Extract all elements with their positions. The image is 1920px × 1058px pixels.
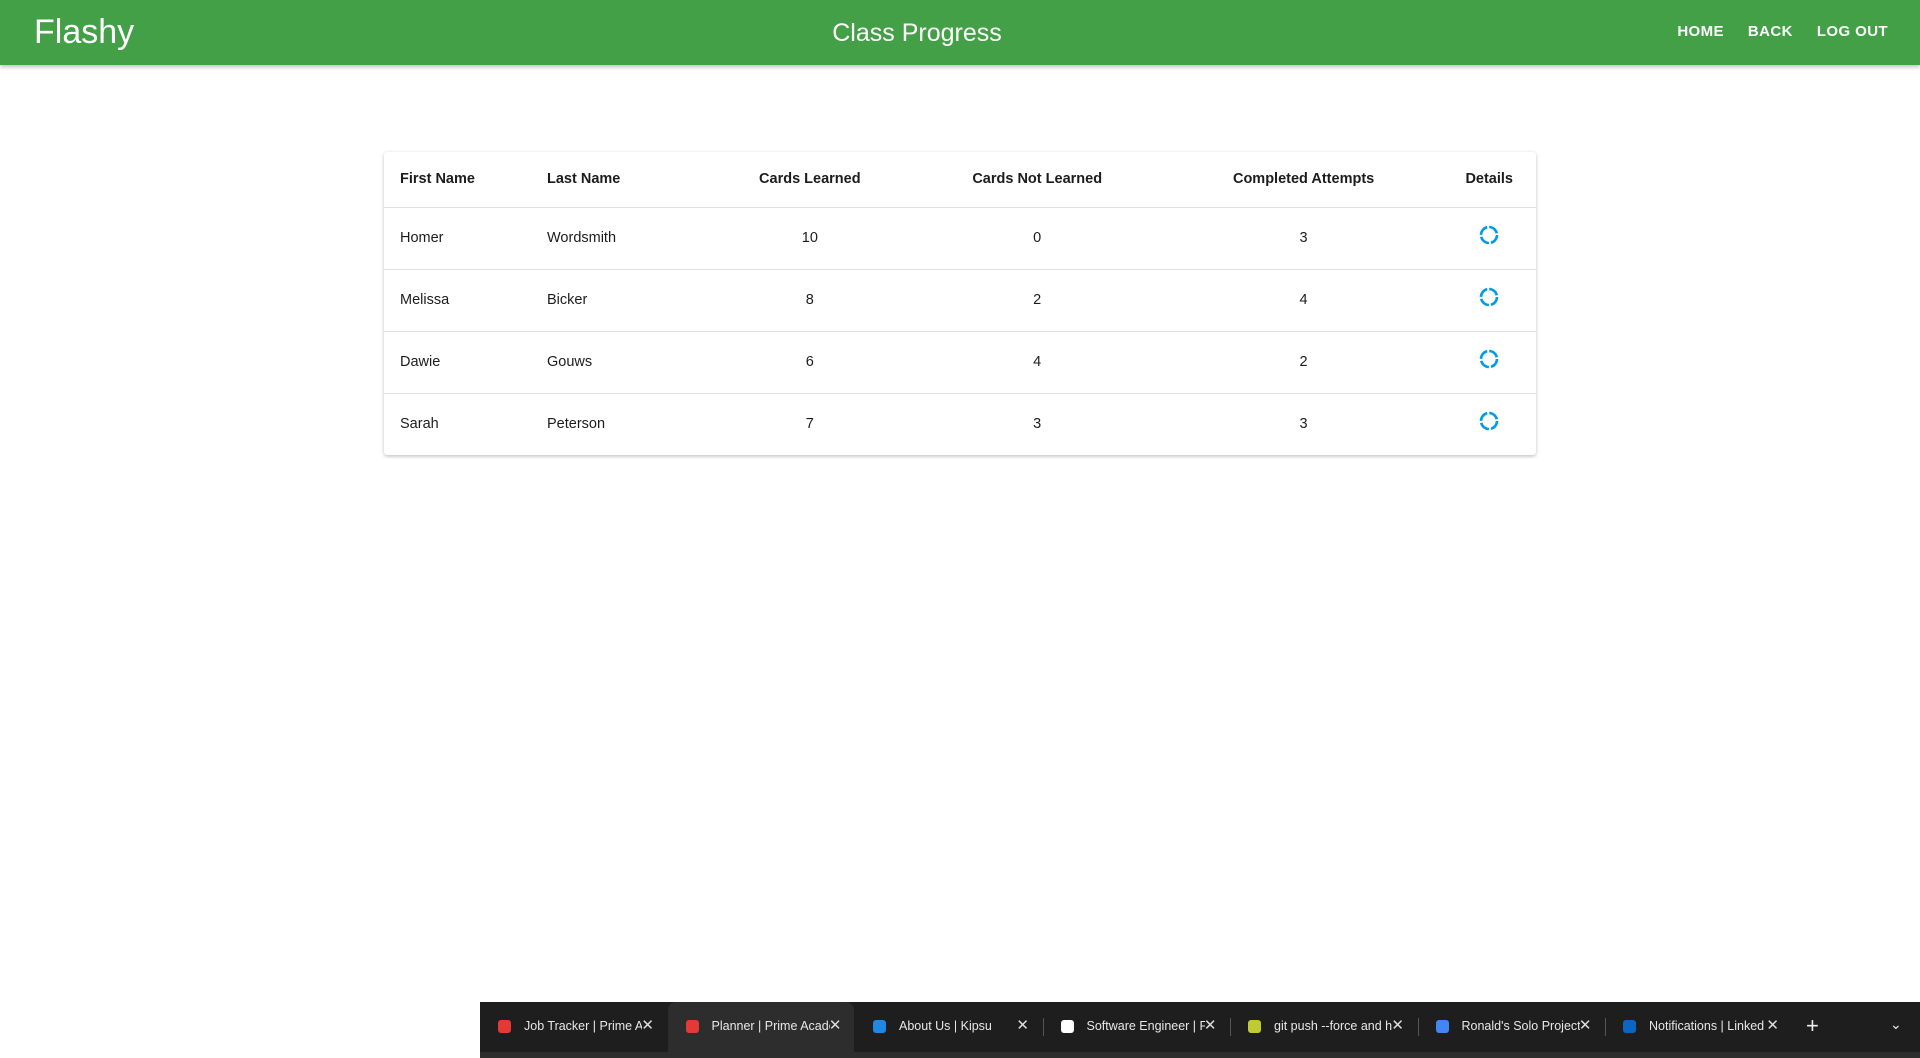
google-docs-icon (1435, 1020, 1449, 1033)
browser-tab-label: Planner | Prime Acade (711, 1019, 830, 1033)
table-header-row: First Name Last Name Cards Learned Cards… (384, 152, 1536, 208)
cell-cards-learned: 10 (710, 207, 910, 270)
cell-cards-not-learned: 0 (909, 207, 1165, 270)
tab-separator (1042, 1018, 1044, 1036)
cell-cards-learned: 7 (805, 416, 814, 433)
browser-tab[interactable]: Ronald's Solo Project ✕ (1418, 1002, 1604, 1052)
tab-separator (1230, 1018, 1231, 1036)
cell-cards-not-learned: 4 (909, 331, 1165, 394)
cell-first-name: Melissa (384, 269, 547, 332)
browser-tab-label: Ronald's Solo Project (1461, 1019, 1580, 1033)
header-cards-not-learned: Cards Not Learned (909, 152, 1165, 208)
cell-cards-not-learned: 3 (1033, 416, 1042, 433)
address-bar[interactable] (480, 1052, 1920, 1058)
cell-details (1442, 269, 1536, 332)
progress-table: First Name Last Name Cards Learned Cards… (384, 152, 1536, 455)
close-icon[interactable]: ✕ (1016, 1016, 1029, 1034)
header-completed-attempts: Completed Attempts (1164, 152, 1443, 208)
progress-circle-icon[interactable] (1478, 224, 1500, 246)
new-tab-icon[interactable]: + (1806, 1013, 1819, 1039)
nav-logout-link[interactable]: LOG OUT (1817, 22, 1888, 42)
close-icon[interactable]: ✕ (1391, 1016, 1404, 1034)
cell-details (1442, 393, 1536, 455)
browser-tab-label: git push --force and h (1274, 1019, 1392, 1033)
cell-first-name: Homer (384, 207, 547, 270)
close-icon[interactable]: ✕ (1766, 1016, 1779, 1034)
browser-tab-label: About Us | Kipsu (899, 1019, 992, 1033)
browser-tab-label: Software Engineer | Fi (1086, 1019, 1205, 1033)
git-icon (1248, 1020, 1261, 1033)
close-icon[interactable]: ✕ (1579, 1016, 1592, 1034)
nav-back-link[interactable]: BACK (1748, 22, 1793, 42)
browser-tab[interactable]: Software Engineer | Fi ✕ (1043, 1002, 1229, 1052)
browser-tab-label: Notifications | Linked (1649, 1019, 1765, 1033)
progress-circle-icon[interactable] (1478, 286, 1500, 308)
top-nav: HOME BACK LOG OUT (1653, 22, 1888, 42)
browser-tab[interactable]: About Us | Kipsu ✕ (855, 1002, 1041, 1052)
cell-completed-attempts: 4 (1164, 269, 1443, 332)
progress-circle-icon[interactable] (1478, 348, 1500, 370)
table-body: Homer Wordsmith 10 0 3 Melissa Bicker 8 2 4 Dawie G… (384, 207, 1536, 455)
cell-cards-not-learned: 2 (909, 269, 1165, 332)
cell-completed-attempts: 2 (1164, 331, 1443, 394)
cell-last-name: Peterson (547, 416, 606, 433)
linkedin-icon (1623, 1020, 1636, 1033)
browser-tab[interactable]: git push --force and h ✕ (1230, 1002, 1416, 1052)
browser-tab[interactable]: Job Tracker | Prime Ac ✕ (480, 1002, 666, 1052)
nav-home-link[interactable]: HOME (1677, 22, 1724, 42)
kipsu-icon (873, 1020, 886, 1033)
browser-tab-strip: + ⌄ Job Tracker | Prime Ac ✕ Planner | Pri… (480, 1002, 1920, 1058)
header-cards-learned: Cards Learned (710, 152, 910, 208)
close-icon[interactable]: ✕ (641, 1016, 654, 1034)
header-first-name: First Name (384, 152, 547, 208)
browser-tab-label: Job Tracker | Prime Ac (524, 1019, 642, 1033)
browser-tab[interactable]: Notifications | Linked ✕ (1605, 1002, 1791, 1052)
progress-table-card: First Name Last Name Cards Learned Cards… (384, 152, 1536, 455)
cell-cards-learned: 6 (710, 331, 910, 394)
cell-details (1442, 331, 1536, 394)
cell-completed-attempts: 3 (1164, 207, 1443, 270)
header-details: Details (1442, 152, 1536, 208)
tab-separator (1417, 1018, 1419, 1036)
prime-academy-icon (685, 1020, 699, 1033)
table-row: Sarah Peterson 7 3 3 (384, 393, 1536, 455)
cell-completed-attempts: 3 (1299, 416, 1308, 433)
progress-circle-icon[interactable] (1478, 410, 1500, 432)
close-icon[interactable]: ✕ (1204, 1016, 1217, 1034)
table-row: Dawie Gouws 6 4 2 (384, 331, 1536, 394)
cell-last-name: Bicker (547, 269, 710, 332)
cell-last-name: Wordsmith (547, 207, 710, 270)
app-bar: Flashy Class Progress HOME BACK LOG OUT (0, 0, 1920, 65)
document-icon (1060, 1020, 1074, 1033)
table-row: Melissa Bicker 8 2 4 (384, 269, 1536, 332)
page-title: Class Progress (832, 19, 1002, 47)
cell-cards-learned: 8 (710, 269, 910, 332)
tab-separator (1605, 1018, 1606, 1036)
cell-first-name: Sarah (400, 416, 439, 433)
cell-last-name: Gouws (547, 331, 710, 394)
prime-academy-icon (498, 1020, 511, 1033)
cell-first-name: Dawie (384, 331, 547, 394)
table-row: Homer Wordsmith 10 0 3 (384, 207, 1536, 270)
browser-tab[interactable]: Planner | Prime Acade ✕ (667, 1002, 854, 1052)
close-icon[interactable]: ✕ (829, 1016, 842, 1034)
cell-details (1442, 207, 1536, 270)
header-last-name: Last Name (547, 152, 710, 208)
chevron-down-icon[interactable]: ⌄ (1890, 1016, 1902, 1033)
